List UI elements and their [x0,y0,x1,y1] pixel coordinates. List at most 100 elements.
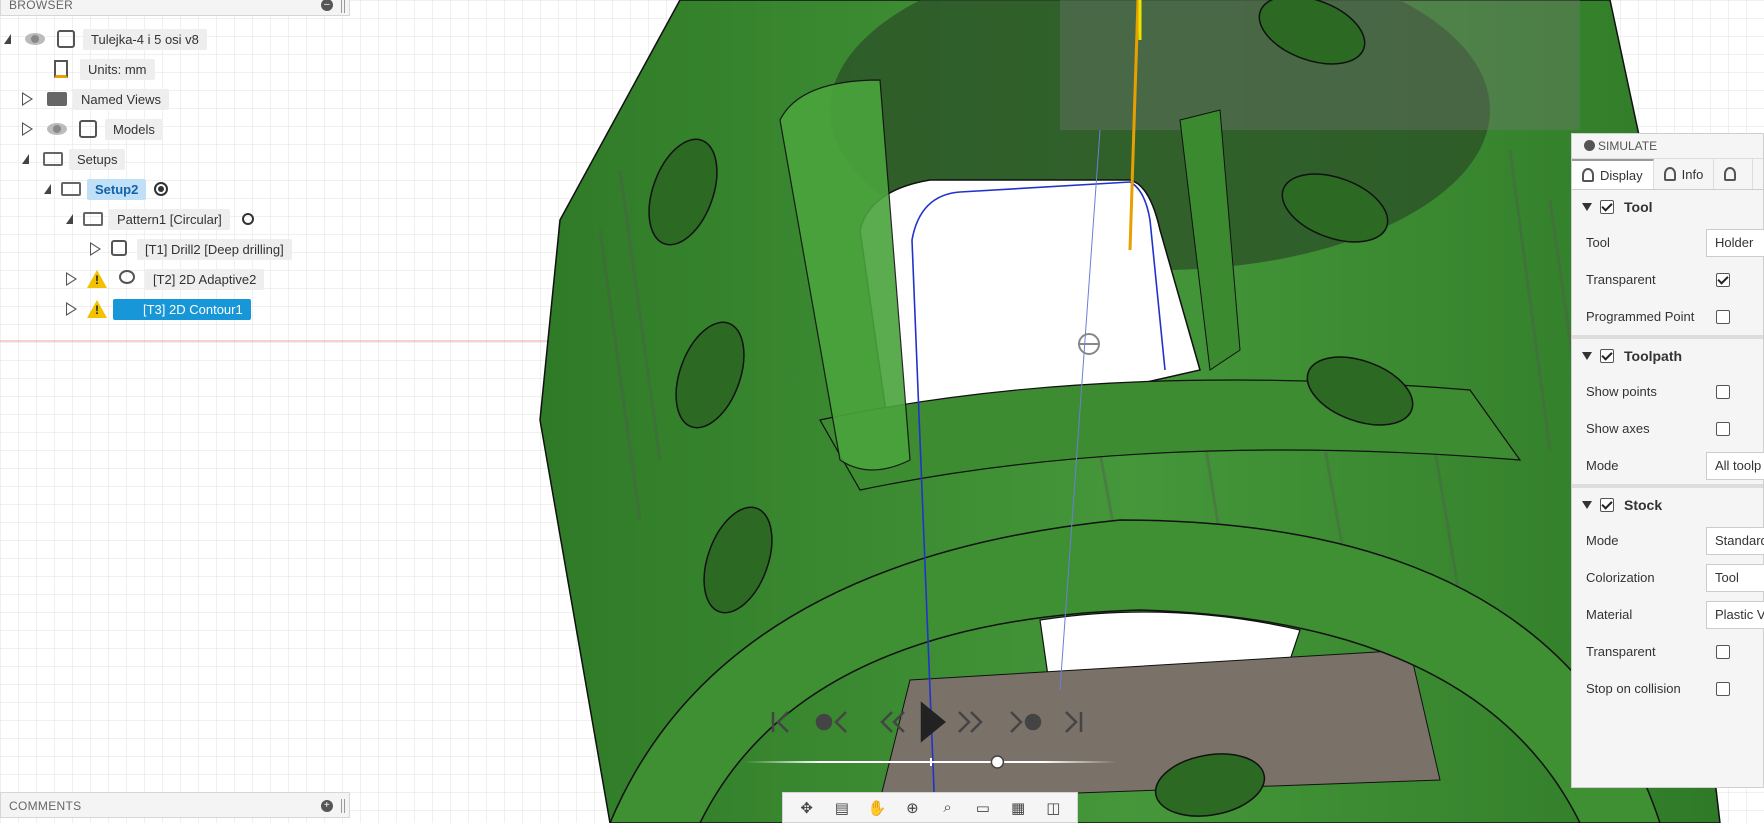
stock-mode-row: Mode Standard [1572,522,1764,559]
stock-transparent-checkbox[interactable] [1716,644,1730,659]
tab-display[interactable]: Display [1572,159,1654,189]
stock-section-header[interactable]: Stock [1572,488,1763,522]
browser-title: BROWSER [9,0,74,12]
display-icon [1582,168,1594,182]
visibility-eye-icon[interactable] [25,30,45,48]
models-label: Models [105,118,163,140]
tree-item-pattern1[interactable]: Pattern1 [Circular] [66,207,254,231]
collapse-icon[interactable]: – [321,0,333,11]
adaptive-operation-icon [119,270,139,288]
expand-arrow-icon[interactable] [22,154,29,164]
setup-folder-icon [61,180,81,198]
fit-icon[interactable]: ⌕ [936,797,960,819]
expand-arrow-icon[interactable] [66,302,77,316]
tree-item-op-t1[interactable]: [T1] Drill2 [Deep drilling] [90,237,292,261]
colorization-row: Colorization Tool [1572,559,1764,596]
expand-arrow-icon[interactable] [66,272,77,286]
toolpath-checkbox[interactable] [1600,349,1614,363]
tool-select[interactable]: Holder [1706,228,1764,257]
expand-arrow-icon[interactable] [22,92,33,106]
stop-on-collision-checkbox[interactable] [1716,681,1730,696]
playback-controls [771,701,1083,743]
pan-icon[interactable]: ✋ [865,797,889,819]
tool-checkbox[interactable] [1600,200,1614,214]
component-icon [57,30,77,48]
toolpath-mode-select[interactable]: All toolp [1706,451,1764,480]
add-comment-icon[interactable]: + [321,800,333,812]
stock-checkbox[interactable] [1600,498,1614,512]
comments-panel-header[interactable]: COMMENTS + [0,792,350,818]
warning-icon [87,270,107,288]
folder-icon [47,90,67,108]
show-axes-row: Show axes [1572,410,1763,447]
zoom-icon[interactable]: ⊕ [900,797,924,819]
expand-arrow-icon[interactable] [44,184,51,194]
panel-grip-icon[interactable] [341,799,345,813]
pattern1-label: Pattern1 [Circular] [109,208,230,230]
step-back-icon[interactable] [880,711,905,733]
show-axes-checkbox[interactable] [1716,421,1730,436]
playback-slider[interactable] [745,755,1117,769]
pattern-status-icon[interactable] [241,213,254,225]
panel-grip-icon[interactable] [341,0,345,13]
tool-section-header[interactable]: Tool [1572,190,1763,224]
tab-info[interactable]: Info [1654,159,1715,189]
slider-thumb[interactable] [990,755,1005,769]
tool-row: Tool Holder [1572,224,1764,261]
expand-arrow-icon[interactable] [90,242,101,256]
tool-transparent-row: Transparent [1572,261,1763,298]
simulate-tabs: Display Info [1572,159,1763,190]
op-t2-label: [T2] 2D Adaptive2 [145,268,265,290]
previous-operation-icon[interactable] [815,711,847,733]
toolpath-section-header[interactable]: Toolpath [1572,339,1763,373]
tool-transparent-checkbox[interactable] [1716,272,1730,287]
step-forward-icon[interactable] [958,711,983,733]
orbit-icon[interactable]: ✥ [795,797,819,819]
tree-item-op-t2[interactable]: [T2] 2D Adaptive2 [66,267,265,291]
go-to-start-icon[interactable] [771,711,789,733]
op-t3-label: [T3] 2D Contour1 [113,298,251,320]
material-select[interactable]: Plastic V [1706,600,1764,629]
tree-item-models[interactable]: Models [22,117,163,141]
programmed-point-row: Programmed Point [1572,298,1763,335]
browser-panel-header[interactable]: BROWSER – [0,0,350,16]
expand-arrow-icon[interactable] [22,122,33,136]
display-settings-icon[interactable]: ▭ [971,797,995,819]
play-icon[interactable] [920,701,946,743]
material-row: Material Plastic V [1572,596,1764,633]
show-points-checkbox[interactable] [1716,384,1730,399]
collapse-arrow-icon[interactable] [1582,501,1592,509]
toolpath-mode-row: Mode All toolp [1572,447,1764,484]
expand-arrow-icon[interactable] [4,34,11,44]
units-label: Units: mm [80,58,155,80]
stop-on-collision-row: Stop on collision [1572,670,1763,707]
tree-item-units[interactable]: Units: mm [48,57,155,81]
op-t1-label: [T1] Drill2 [Deep drilling] [137,238,292,260]
look-at-icon[interactable]: ▤ [830,797,854,819]
viewports-icon[interactable]: ◫ [1041,797,1065,819]
tree-root[interactable]: Tulejka-4 i 5 osi v8 [0,27,207,51]
visibility-eye-icon[interactable] [47,120,67,138]
expand-arrow-icon[interactable] [66,214,73,224]
collapse-arrow-icon[interactable] [1582,203,1592,211]
collapse-arrow-icon[interactable] [1582,352,1592,360]
collapse-icon[interactable] [1584,140,1595,151]
folder-open-icon [43,150,63,168]
setups-label: Setups [69,148,126,170]
tree-item-op-t3[interactable]: [T3] 2D Contour1 [66,297,251,321]
simulate-panel: SIMULATE Display Info Tool Tool Holder Tr… [1571,133,1764,788]
next-operation-icon[interactable] [1010,711,1042,733]
tree-item-setups[interactable]: Setups [22,147,126,171]
tree-item-named-views[interactable]: Named Views [22,87,169,111]
tree-item-setup2[interactable]: Setup2 [44,177,169,201]
stock-transparent-row: Transparent [1572,633,1763,670]
stock-mode-select[interactable]: Standard [1706,526,1764,555]
grid-settings-icon[interactable]: ▦ [1006,797,1030,819]
setup2-label: Setup2 [87,178,147,200]
programmed-point-checkbox[interactable] [1716,309,1730,324]
tab-statistics[interactable] [1714,159,1754,189]
simulate-header[interactable]: SIMULATE [1572,134,1763,159]
colorization-select[interactable]: Tool [1706,563,1764,592]
active-setup-icon[interactable] [154,182,169,196]
go-to-end-icon[interactable] [1065,711,1083,733]
